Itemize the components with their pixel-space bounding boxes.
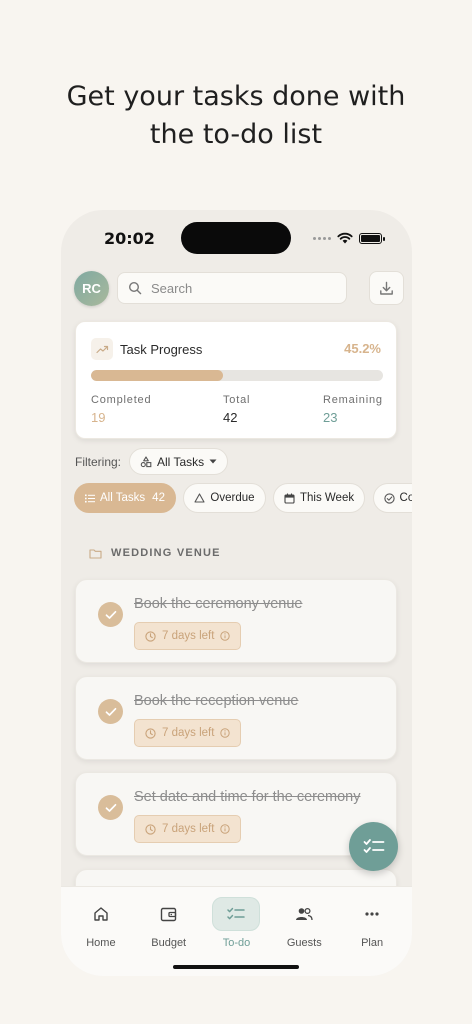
filter-dropdown[interactable]: All Tasks: [129, 448, 229, 475]
chip-overdue[interactable]: Overdue: [183, 483, 266, 513]
chip-all-tasks[interactable]: All Tasks 42: [74, 483, 176, 513]
stat-completed-value: 19: [91, 410, 106, 425]
wallet-icon: [145, 897, 193, 931]
checklist-icon: [212, 897, 261, 931]
section-header: WEDDING VENUE: [89, 547, 221, 559]
task-title: Book the reception venue: [134, 693, 299, 709]
progress-percent: 45.2%: [344, 341, 381, 356]
folder-icon: [89, 548, 102, 559]
headline-line-1: Get your tasks done with: [66, 81, 406, 112]
info-icon: [220, 824, 231, 834]
task-due-badge: 7 days left: [134, 815, 242, 843]
clock-icon: [145, 630, 156, 642]
tab-plan[interactable]: Plan: [344, 887, 400, 976]
task-due-text: 7 days left: [162, 823, 215, 835]
signal-icon: [313, 236, 331, 240]
chip-this-week[interactable]: This Week: [272, 483, 366, 513]
task-card[interactable]: Book the reception venue 7 days left: [75, 676, 397, 760]
filter-chips: All Tasks 42 Overdue This Week Completed: [74, 483, 412, 515]
check-icon: [105, 707, 116, 716]
tab-guests[interactable]: Guests: [276, 887, 332, 976]
filtering-label: Filtering:: [75, 454, 122, 469]
warning-icon: [194, 493, 205, 503]
task-title: Set date and time for the ceremony: [134, 789, 361, 805]
progress-title: Task Progress: [120, 342, 203, 357]
stat-completed-label: Completed: [91, 394, 152, 406]
dynamic-island: [181, 222, 291, 254]
wifi-icon: [337, 232, 353, 244]
task-complete-toggle[interactable]: [98, 699, 123, 724]
add-task-fab[interactable]: [349, 822, 398, 871]
stat-total-value: 42: [223, 410, 238, 425]
bottom-tab-bar: Home Budget To-do Guests Plan: [61, 886, 412, 976]
chip-completed[interactable]: Completed: [372, 483, 412, 513]
chip-completed-label: Completed: [399, 492, 412, 504]
stat-completed: Completed 19: [91, 394, 151, 425]
task-due-text: 7 days left: [162, 630, 215, 642]
download-icon: [380, 281, 393, 295]
download-button[interactable]: [369, 271, 404, 305]
status-icons: [313, 232, 385, 244]
tab-guests-label: Guests: [286, 937, 322, 949]
progress-bar: [91, 370, 383, 381]
tab-home-label: Home: [86, 937, 116, 949]
tab-budget[interactable]: Budget: [141, 887, 197, 976]
task-due-text: 7 days left: [162, 727, 215, 739]
clock-icon: [145, 727, 156, 739]
task-due-badge: 7 days left: [134, 719, 242, 747]
headline-line-2: the to-do list: [149, 119, 323, 150]
chevron-down-icon: [209, 459, 217, 464]
chip-this-week-label: This Week: [299, 492, 355, 504]
battery-icon: [359, 232, 385, 244]
task-complete-toggle[interactable]: [98, 795, 123, 820]
stat-remaining: Remaining 23: [323, 394, 383, 425]
users-icon: [280, 897, 328, 931]
home-icon: [77, 897, 125, 931]
search-bar[interactable]: [117, 272, 347, 304]
check-circle-icon: [383, 492, 395, 504]
tab-todo[interactable]: To-do: [208, 887, 264, 976]
info-icon: [220, 631, 231, 641]
tab-home[interactable]: Home: [73, 887, 129, 976]
task-complete-toggle[interactable]: [98, 602, 123, 627]
stat-total-label: Total: [223, 394, 251, 406]
clock-icon: [145, 823, 156, 835]
progress-bar-fill: [91, 370, 223, 381]
task-title: Book the ceremony venue: [134, 596, 303, 612]
chip-all-tasks-count: 42: [152, 492, 165, 504]
check-icon: [105, 610, 116, 619]
calendar-icon: [284, 493, 295, 504]
search-input[interactable]: [151, 280, 321, 296]
phone-screen: 20:02 RC Task Progress 45.2%: [61, 210, 412, 976]
filter-row: Filtering: All Tasks: [75, 448, 229, 475]
filter-dropdown-value: All Tasks: [157, 454, 205, 469]
checklist-icon: [363, 838, 384, 853]
status-time: 20:02: [104, 229, 155, 248]
home-indicator: [173, 965, 299, 969]
shapes-icon: [140, 455, 152, 467]
list-icon: [85, 494, 95, 502]
task-card[interactable]: Book the ceremony venue 7 days left: [75, 579, 397, 663]
task-due-badge: 7 days left: [134, 622, 242, 650]
section-title: WEDDING VENUE: [111, 547, 221, 559]
stat-remaining-value: 23: [323, 410, 338, 425]
chip-overdue-label: Overdue: [210, 492, 255, 504]
headline: Get your tasks done with the to-do list: [0, 78, 472, 154]
stat-total: Total 42: [223, 394, 250, 425]
task-progress-card: Task Progress 45.2% Completed 19 Total 4…: [75, 321, 397, 439]
search-icon: [128, 281, 142, 295]
tab-todo-label: To-do: [222, 937, 251, 949]
tab-budget-label: Budget: [151, 937, 187, 949]
more-icon: [348, 897, 396, 931]
chip-all-tasks-label: All Tasks: [100, 492, 146, 504]
trending-up-icon: [91, 338, 113, 360]
tab-plan-label: Plan: [361, 937, 384, 949]
avatar[interactable]: RC: [74, 271, 109, 306]
stat-remaining-label: Remaining: [323, 394, 383, 406]
check-icon: [105, 803, 116, 812]
info-icon: [220, 728, 231, 738]
